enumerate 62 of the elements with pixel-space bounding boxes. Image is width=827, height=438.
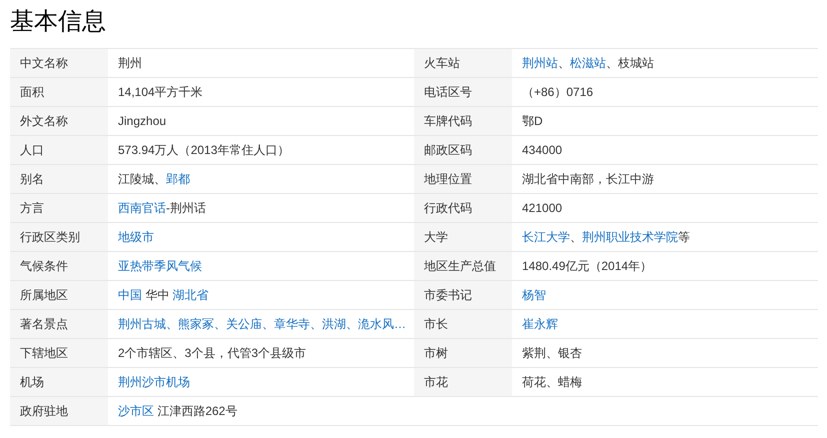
field-label: 机场 xyxy=(10,368,108,396)
field-value: 、 xyxy=(570,229,582,246)
link[interactable]: 长江大学 xyxy=(522,228,570,246)
link[interactable]: 荆州职业技术学院 xyxy=(582,228,678,246)
link[interactable]: 郢都 xyxy=(166,170,190,188)
field-label: 邮政区码 xyxy=(414,136,512,164)
field-value: 573.94万人（2013年常住人口） xyxy=(118,142,290,159)
field-label: 气候条件 xyxy=(10,252,108,280)
field-label: 著名景点 xyxy=(10,310,108,338)
field-value: 2个市辖区、3个县，代管3个县级市 xyxy=(118,345,306,362)
field-value: -荆州话 xyxy=(166,200,206,217)
field-label: 人口 xyxy=(10,136,108,164)
field-label: 市委书记 xyxy=(414,281,512,309)
field-label: 政府驻地 xyxy=(10,397,108,425)
link[interactable]: 湖北省 xyxy=(172,286,209,304)
link[interactable]: 地级市 xyxy=(118,228,154,246)
field-value: 江陵城、 xyxy=(118,171,166,188)
field-label: 大学 xyxy=(414,223,512,251)
field-label: 外文名称 xyxy=(10,107,108,135)
field-label: 中文名称 xyxy=(10,49,108,77)
field-value: 1480.49亿元（2014年） xyxy=(522,258,652,275)
link[interactable]: 杨智 xyxy=(522,286,546,304)
field-label: 市树 xyxy=(414,339,512,367)
field-value: 紫荆、银杏 xyxy=(522,345,582,362)
field-value: 421000 xyxy=(522,200,562,217)
field-value: （+86）0716 xyxy=(522,84,594,101)
field-value: 14,104平方千米 xyxy=(118,84,203,101)
field-value: 、 xyxy=(558,55,570,72)
link[interactable]: 崔永辉 xyxy=(522,315,558,333)
field-value: 江津西路262号 xyxy=(156,403,238,420)
link[interactable]: 亚热带季风气候 xyxy=(118,257,202,275)
link[interactable]: 荆州古城、熊家冢、关公庙、章华寺、洪湖、洈水风… xyxy=(118,315,406,333)
field-label: 火车站 xyxy=(414,49,512,77)
field-value: 荆州 xyxy=(118,55,142,72)
field-label: 市长 xyxy=(414,310,512,338)
link[interactable]: 荆州沙市机场 xyxy=(118,373,190,391)
link[interactable]: 沙市区 xyxy=(118,402,154,420)
field-label: 行政代码 xyxy=(414,194,512,222)
field-value: 鄂D xyxy=(522,113,543,130)
field-value: 湖北省中南部，长江中游 xyxy=(522,171,654,188)
field-value: 荷花、蜡梅 xyxy=(522,374,582,391)
field-label: 市花 xyxy=(414,368,512,396)
field-label: 下辖地区 xyxy=(10,339,108,367)
field-label: 地理位置 xyxy=(414,165,512,193)
field-value: 华中 xyxy=(144,287,170,304)
field-value: 434000 xyxy=(522,142,562,159)
field-value: Jingzhou xyxy=(118,113,166,130)
field-value: 、枝城站 xyxy=(606,55,654,72)
section-title: 基本信息 xyxy=(10,7,106,37)
field-label: 地区生产总值 xyxy=(414,252,512,280)
field-label: 方言 xyxy=(10,194,108,222)
field-label: 电话区号 xyxy=(414,78,512,106)
link[interactable]: 松滋站 xyxy=(570,54,606,72)
field-value: 等 xyxy=(678,229,690,246)
field-label: 所属地区 xyxy=(10,281,108,309)
field-label: 车牌代码 xyxy=(414,107,512,135)
field-label: 行政区类别 xyxy=(10,223,108,251)
field-label: 面积 xyxy=(10,78,108,106)
link[interactable]: 中国 xyxy=(118,286,142,304)
link[interactable]: 西南官话 xyxy=(118,199,166,217)
link[interactable]: 荆州站 xyxy=(522,54,558,72)
field-label: 别名 xyxy=(10,165,108,193)
